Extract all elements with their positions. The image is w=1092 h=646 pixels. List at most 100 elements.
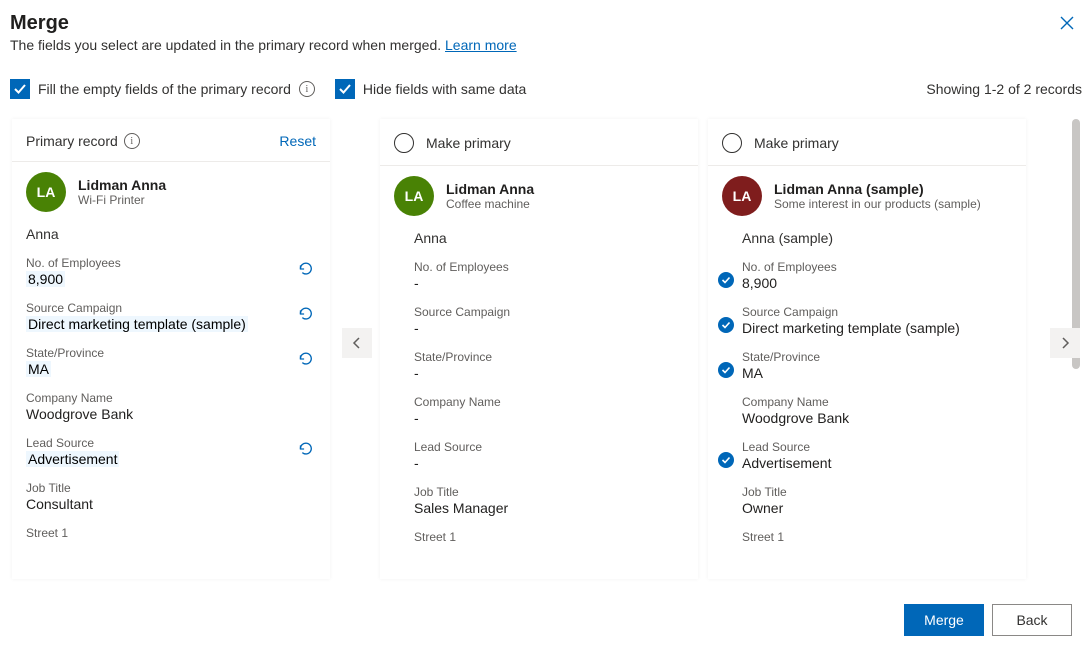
- field-value: Woodgrove Bank: [26, 406, 133, 422]
- avatar: LA: [26, 172, 66, 212]
- field-value: Consultant: [26, 496, 93, 512]
- record-name: Lidman Anna: [446, 181, 534, 197]
- field-value: -: [414, 365, 419, 381]
- field-company[interactable]: Company Name -: [414, 393, 684, 438]
- primary-record-text: Primary record: [26, 133, 118, 149]
- undo-icon: [296, 440, 314, 458]
- selected-icon: [718, 452, 734, 468]
- dialog-footer: Merge Back: [904, 604, 1072, 636]
- field-label: Job Title: [742, 485, 1012, 499]
- secondary-record-card: Make primary LA Lidman Anna (sample) Som…: [708, 119, 1026, 579]
- selected-icon: [718, 272, 734, 288]
- record-topic: Anna: [26, 226, 316, 242]
- primary-record-label: Primary record i: [26, 133, 140, 149]
- record-name: Lidman Anna (sample): [774, 181, 981, 197]
- chevron-right-icon: [1059, 337, 1071, 349]
- field-label: Source Campaign: [742, 305, 1012, 319]
- field-street1[interactable]: Street 1: [742, 528, 1012, 557]
- record-sub: Wi-Fi Printer: [78, 193, 166, 207]
- dialog-subtitle: The fields you select are updated in the…: [10, 37, 517, 53]
- learn-more-link[interactable]: Learn more: [445, 37, 517, 53]
- field-source-campaign[interactable]: Source Campaign -: [414, 303, 684, 348]
- field-source-campaign[interactable]: Source Campaign Direct marketing templat…: [742, 303, 1012, 348]
- make-primary-radio[interactable]: [394, 133, 414, 153]
- avatar: LA: [722, 176, 762, 216]
- merge-button[interactable]: Merge: [904, 604, 984, 636]
- dialog-title: Merge: [10, 12, 517, 35]
- field-label: No. of Employees: [414, 260, 684, 274]
- info-icon[interactable]: i: [124, 133, 140, 149]
- check-icon: [13, 82, 27, 96]
- primary-record-card: Primary record i Reset LA Lidman Anna Wi…: [12, 119, 330, 579]
- make-primary-radio[interactable]: [722, 133, 742, 153]
- field-job-title[interactable]: Job Title Sales Manager: [414, 483, 684, 528]
- field-label: Lead Source: [742, 440, 1012, 454]
- field-job-title[interactable]: Job Title Owner: [742, 483, 1012, 528]
- field-lead-source: Lead Source Advertisement: [26, 434, 316, 479]
- field-value: MA: [26, 361, 51, 377]
- field-source-campaign: Source Campaign Direct marketing templat…: [26, 299, 316, 344]
- check-icon: [338, 82, 352, 96]
- field-label: Source Campaign: [414, 305, 684, 319]
- field-label: Source Campaign: [26, 301, 316, 315]
- field-label: Job Title: [26, 481, 316, 495]
- field-label: No. of Employees: [26, 256, 316, 270]
- selected-icon: [718, 317, 734, 333]
- field-value: MA: [742, 365, 763, 381]
- record-identity: LA Lidman Anna Coffee machine: [394, 176, 684, 216]
- field-value: -: [414, 320, 419, 336]
- record-topic: Anna (sample): [742, 230, 1012, 246]
- field-value: -: [414, 410, 419, 426]
- field-no-employees: No. of Employees 8,900: [26, 254, 316, 299]
- field-no-employees[interactable]: No. of Employees -: [414, 258, 684, 303]
- chevron-left-icon: [351, 337, 363, 349]
- field-value: Advertisement: [742, 455, 831, 471]
- field-company[interactable]: Company Name Woodgrove Bank: [742, 393, 1012, 438]
- field-label: Company Name: [26, 391, 316, 405]
- hide-same-checkbox[interactable]: [335, 79, 355, 99]
- undo-button[interactable]: [296, 305, 316, 325]
- field-value: -: [414, 275, 419, 291]
- field-value: 8,900: [742, 275, 777, 291]
- undo-icon: [296, 305, 314, 323]
- make-primary-label: Make primary: [426, 135, 511, 151]
- fill-empty-checkbox[interactable]: [10, 79, 30, 99]
- field-value: 8,900: [26, 271, 65, 287]
- field-label: State/Province: [26, 346, 316, 360]
- field-no-employees[interactable]: No. of Employees 8,900: [742, 258, 1012, 303]
- field-state[interactable]: State/Province -: [414, 348, 684, 393]
- field-label: State/Province: [742, 350, 1012, 364]
- record-identity: LA Lidman Anna Wi-Fi Printer: [26, 172, 316, 212]
- field-lead-source[interactable]: Lead Source Advertisement: [742, 438, 1012, 483]
- undo-button[interactable]: [296, 260, 316, 280]
- field-label: Company Name: [414, 395, 684, 409]
- field-value: Advertisement: [26, 451, 119, 467]
- record-sub: Coffee machine: [446, 197, 534, 211]
- record-topic: Anna: [414, 230, 684, 246]
- selected-icon: [718, 362, 734, 378]
- secondary-record-card: Make primary LA Lidman Anna Coffee machi…: [380, 119, 698, 579]
- field-street1[interactable]: Street 1: [414, 528, 684, 557]
- nav-next-button[interactable]: [1050, 328, 1080, 358]
- back-button[interactable]: Back: [992, 604, 1072, 636]
- field-label: Street 1: [414, 530, 684, 544]
- record-sub: Some interest in our products (sample): [774, 197, 981, 211]
- undo-button[interactable]: [296, 440, 316, 460]
- info-icon[interactable]: i: [299, 81, 315, 97]
- field-value: Woodgrove Bank: [742, 410, 849, 426]
- field-lead-source[interactable]: Lead Source -: [414, 438, 684, 483]
- field-state[interactable]: State/Province MA: [742, 348, 1012, 393]
- field-value: Owner: [742, 500, 783, 516]
- field-value: Direct marketing template (sample): [26, 316, 248, 332]
- field-company: Company Name Woodgrove Bank: [26, 389, 316, 434]
- subtitle-text: The fields you select are updated in the…: [10, 37, 445, 53]
- undo-icon: [296, 350, 314, 368]
- field-value: -: [414, 455, 419, 471]
- field-label: Lead Source: [26, 436, 316, 450]
- field-street1: Street 1: [26, 524, 316, 553]
- close-button[interactable]: [1052, 12, 1082, 38]
- undo-button[interactable]: [296, 350, 316, 370]
- reset-link[interactable]: Reset: [279, 133, 316, 149]
- field-label: Street 1: [742, 530, 1012, 544]
- nav-prev-button[interactable]: [342, 328, 372, 358]
